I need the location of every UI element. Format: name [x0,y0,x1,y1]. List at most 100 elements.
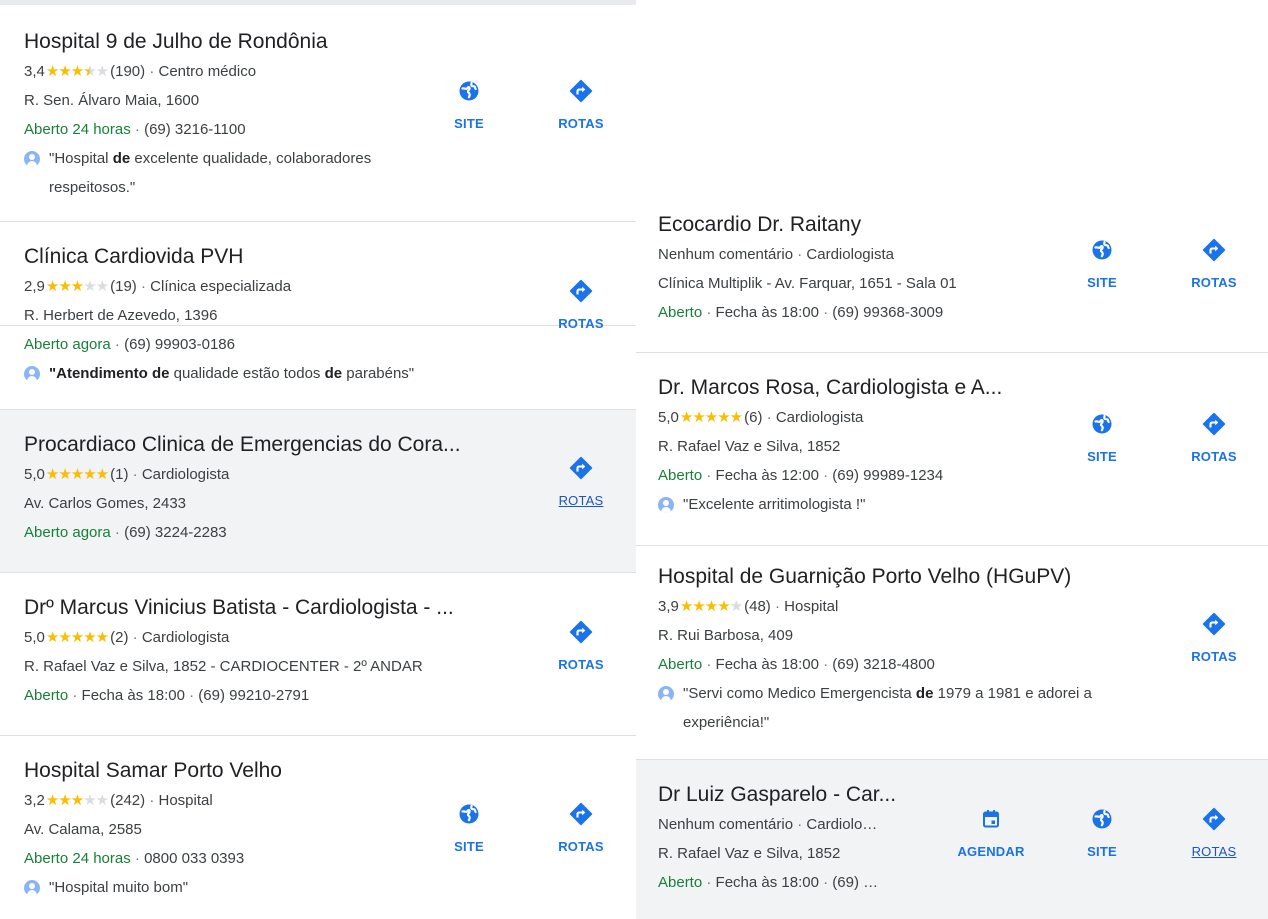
routes-label: ROTAS [1191,844,1237,859]
globe-icon [459,81,479,101]
open-status: Aberto [658,304,703,321]
rating-value: 3,9 [658,598,679,615]
routes-button[interactable]: ROTAS [541,456,621,508]
hours-line: Aberto · Fecha às 12:00 · (69) 99989-123… [658,467,944,484]
phone: (69) 3224-2283 [124,524,227,541]
open-status: Aberto agora [24,524,111,541]
category: Cardiologista [806,246,894,263]
result-info: Procardiaco Clinica de Emergencias do Co… [24,430,526,547]
open-status: Aberto agora [24,336,111,353]
review-count[interactable]: (19) [110,278,137,295]
rating-value: 5,0 [658,409,679,426]
result-card-marcos-rosa[interactable]: Dr. Marcos Rosa, Cardiologista e A... 5,… [636,353,1268,546]
rating-line: 3,9★★★★★ (48) · Hospital [658,598,839,615]
rating-line: 5,0★★★★★ (6) · Cardiologista [658,409,864,426]
review-snippet: "Hospital muito bom" [24,873,436,902]
routes-button[interactable]: ROTAS [1174,807,1254,859]
hours-line: Aberto agora · (69) 3224-2283 [24,524,227,541]
open-status: Aberto [658,874,703,891]
directions-icon [569,279,593,303]
result-card-procardiaco[interactable]: Procardiaco Clinica de Emergencias do Co… [0,410,636,573]
site-button[interactable]: SITE [429,79,509,131]
avatar-icon [24,880,40,896]
review-count[interactable]: (242) [110,792,145,809]
review-count[interactable]: (1) [110,466,128,483]
directions-icon [569,620,593,644]
open-status: Aberto [24,687,69,704]
avatar-icon [658,497,674,513]
place-name[interactable]: Hospital de Guarnição Porto Velho (HGuPV… [658,562,1128,592]
no-reviews: Nenhum comentário [658,246,794,263]
schedule-button[interactable]: AGENDAR [946,807,1036,859]
open-status: Aberto [658,467,703,484]
globe-icon [1092,809,1112,829]
review-count[interactable]: (2) [110,629,128,646]
routes-button[interactable]: ROTAS [1174,412,1254,464]
category: Clínica especializada [150,278,292,295]
review-snippet: "Servi como Medico Emergencista de 1979 … [658,679,1133,737]
result-info: Dr Luiz Gasparelo - Car... Nenhum coment… [658,780,922,897]
routes-label: ROTAS [558,116,604,131]
rating-value: 3,2 [24,792,45,809]
place-name[interactable]: Ecocardio Dr. Raitany [658,210,1068,240]
avatar-icon [658,686,674,702]
routes-button[interactable]: ROTAS [1174,238,1254,290]
review-snippet: "Atendimento de qualidade estão todos de… [24,359,606,388]
rating-line: 3,2★★★★★ (242) · Hospital [24,792,213,809]
site-button[interactable]: SITE [1062,807,1142,859]
review-snippet: "Excelente arritimologista !" [658,490,1068,519]
category: Cardiologista [141,629,230,646]
category: Cardiolo… [806,816,878,833]
directions-icon [569,456,593,480]
directions-icon [1202,807,1226,831]
phone: (69) 99368-3009 [832,304,944,321]
result-card-hgupv[interactable]: Hospital de Guarnição Porto Velho (HGuPV… [636,546,1268,760]
directions-icon [1202,612,1226,636]
routes-button[interactable]: ROTAS [541,802,621,854]
address: Av. Calama, 2585 [24,821,142,838]
place-name[interactable]: Drº Marcus Vinicius Batista - Cardiologi… [24,593,526,623]
star-rating: ★★★★★ [45,278,109,295]
place-name[interactable]: Hospital Samar Porto Velho [24,756,436,786]
closing-time: Fecha às 18:00 [715,874,819,891]
result-card-hospital-samar[interactable]: Hospital Samar Porto Velho 3,2★★★★★ (242)… [0,736,636,919]
no-reviews: Nenhum comentário [658,816,794,833]
hours-line: Aberto · Fecha às 18:00 · (69) 99368-300… [658,304,944,321]
routes-button[interactable]: ROTAS [541,620,621,672]
result-info: Hospital 9 de Julho de Rondônia 3,4★★★★★… [24,27,436,202]
closing-time: Fecha às 18:00 [715,656,819,673]
globe-icon [459,804,479,824]
result-card-hospital-9-de-julho[interactable]: Hospital 9 de Julho de Rondônia 3,4★★★★★… [0,5,636,222]
place-name[interactable]: Dr. Marcos Rosa, Cardiologista e A... [658,373,1068,403]
place-name[interactable]: Procardiaco Clinica de Emergencias do Co… [24,430,526,460]
schedule-label: AGENDAR [957,844,1025,859]
review-count[interactable]: (6) [744,409,762,426]
hours-line: Aberto · Fecha às 18:00 · (69) 3218-4800 [658,656,935,673]
place-name[interactable]: Hospital 9 de Julho de Rondônia [24,27,436,57]
routes-button[interactable]: ROTAS [541,79,621,131]
review-count[interactable]: (190) [110,63,145,80]
routes-button[interactable]: ROTAS [541,279,621,331]
result-info: Dr. Marcos Rosa, Cardiologista e A... 5,… [658,373,1068,519]
place-name[interactable]: Clínica Cardiovida PVH [24,242,606,272]
site-button[interactable]: SITE [1062,412,1142,464]
routes-label: ROTAS [1191,275,1237,290]
avatar-icon [24,151,40,167]
place-name[interactable]: Dr Luiz Gasparelo - Car... [658,780,922,810]
routes-label: ROTAS [558,493,604,508]
result-card-marcus-vinicius[interactable]: Drº Marcus Vinicius Batista - Cardiologi… [0,573,636,736]
closing-time: Fecha às 18:00 [81,687,185,704]
result-info: Clínica Cardiovida PVH 2,9★★★★★ (19) · Cl… [24,242,606,388]
site-button[interactable]: SITE [1062,238,1142,290]
review-count[interactable]: (48) [744,598,771,615]
result-card-luiz-gasparelo[interactable]: Dr Luiz Gasparelo - Car... Nenhum coment… [636,760,1268,919]
routes-button[interactable]: ROTAS [1174,612,1254,664]
result-card-ecocardio[interactable]: Ecocardio Dr. Raitany Nenhum comentário … [636,190,1268,353]
routes-label: ROTAS [1191,449,1237,464]
routes-label: ROTAS [558,839,604,854]
site-button[interactable]: SITE [429,802,509,854]
rating-value: 3,4 [24,63,45,80]
rating-value: 2,9 [24,278,45,295]
open-status: Aberto 24 horas [24,850,131,867]
site-label: SITE [454,116,484,131]
